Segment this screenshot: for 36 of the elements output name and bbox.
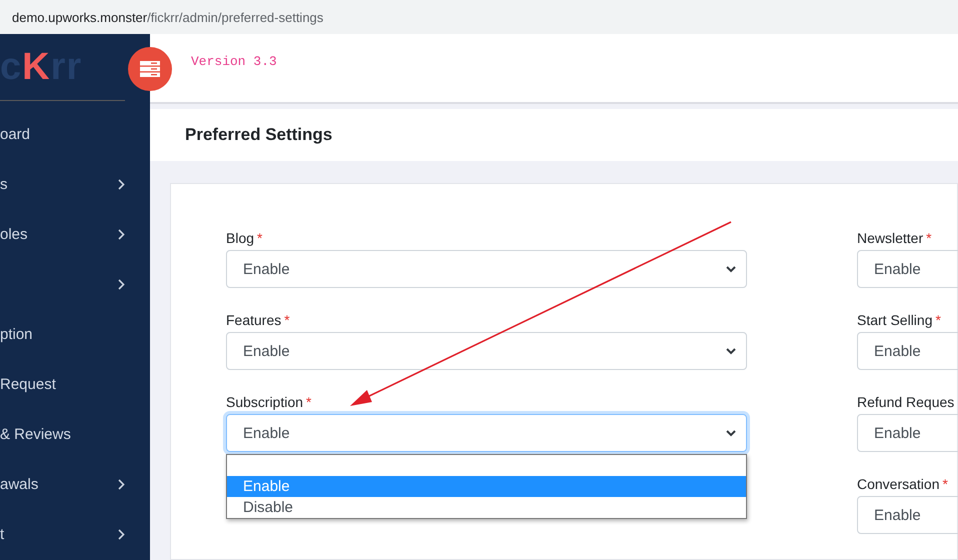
sidebar-item[interactable]: s (0, 159, 150, 209)
menu-button[interactable] (128, 47, 172, 91)
sidebar-item[interactable]: oard (0, 109, 150, 159)
select-field[interactable]: Enable (857, 332, 958, 370)
select-field[interactable]: Enable (226, 414, 747, 452)
select-field[interactable]: Enable (226, 250, 747, 288)
sidebar-item[interactable]: Request (0, 359, 150, 409)
select-field[interactable]: Enable (226, 332, 747, 370)
required-mark: * (935, 312, 941, 328)
dropdown-option[interactable]: Disable (227, 497, 746, 518)
select-field[interactable]: Enable (857, 496, 958, 534)
field-label: Features (226, 312, 282, 328)
caret-icon (726, 266, 736, 272)
field-label: Blog (226, 230, 254, 246)
select-field[interactable]: Enable (857, 250, 958, 288)
field-label: Subscription (226, 394, 304, 410)
required-mark: * (306, 394, 312, 410)
field-label: Conversation (857, 476, 940, 492)
caret-icon (726, 348, 736, 354)
version-label: Version 3.3 (191, 54, 277, 69)
page-title: Preferred Settings (185, 125, 332, 145)
select-field[interactable]: Enable (857, 414, 958, 452)
sidebar-item[interactable]: oles (0, 209, 150, 259)
sidebar-item[interactable]: ption (0, 309, 150, 359)
sidebar-item[interactable]: & Reviews (0, 409, 150, 459)
required-mark: * (942, 476, 948, 492)
field-label: Refund Reques (857, 394, 954, 410)
field-label: Newsletter (857, 230, 924, 246)
sidebar-item[interactable]: t (0, 509, 150, 559)
required-mark: * (257, 230, 262, 246)
server-icon (140, 61, 160, 77)
sidebar-item[interactable]: awals (0, 459, 150, 509)
field-label: Start Selling (857, 312, 932, 328)
required-mark: * (284, 312, 290, 328)
required-mark: * (926, 230, 932, 246)
caret-icon (726, 430, 736, 436)
